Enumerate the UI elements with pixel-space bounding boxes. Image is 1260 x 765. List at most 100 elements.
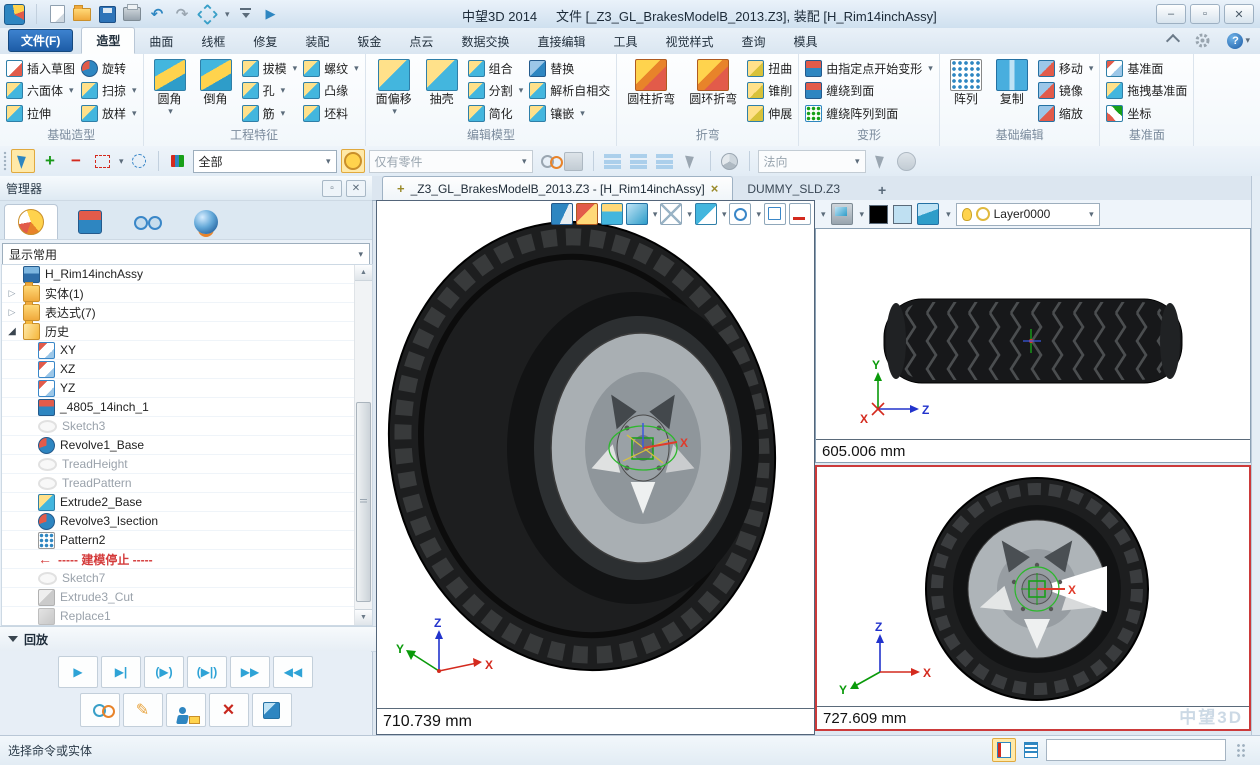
tab-history-manager[interactable] (4, 204, 58, 239)
tab-render-manager[interactable] (180, 205, 232, 239)
dropdown-caret[interactable]: ▾ (928, 64, 933, 73)
tree-item-_4805_14inch_1[interactable]: _4805_14inch_1 (2, 398, 355, 417)
pick-settings-button[interactable] (896, 150, 918, 172)
ribbon-button-drag-datum[interactable]: 拖拽基准面 (1106, 81, 1187, 101)
tree-item-历史[interactable]: ◢历史 (2, 322, 355, 341)
add-selection-button[interactable]: + (39, 150, 61, 172)
ribbon-button-copy[interactable]: 复制 (992, 57, 1032, 124)
delete-button[interactable]: × (209, 693, 249, 727)
manager-restore-button[interactable]: ▫ (322, 180, 342, 197)
ribbon-button-revolve[interactable]: 旋转 (81, 58, 137, 78)
dropdown-caret[interactable]: ▾ (132, 109, 137, 118)
collapse-ribbon-icon[interactable] (1166, 33, 1180, 47)
wireframe-view-icon[interactable] (660, 203, 682, 225)
zoom-caret[interactable]: ▾ (756, 210, 761, 219)
ribbon-button-combine[interactable]: 组合 (468, 58, 524, 78)
pick-last-button[interactable] (628, 150, 650, 172)
menu-tab-造型[interactable]: 造型 (81, 27, 135, 54)
command-input[interactable] (1046, 739, 1226, 761)
tree-item------ 建模停止 -----[interactable]: ----- 建模停止 ----- (2, 550, 355, 569)
history-regen-button[interactable] (341, 149, 365, 173)
zoom-icon[interactable] (729, 203, 751, 225)
ribbon-button-rib[interactable]: 筋▾ (242, 103, 298, 123)
menu-tab-装配[interactable]: 装配 (291, 29, 343, 54)
model-view-front[interactable]: X Z Y X (817, 467, 1249, 705)
marquee-caret[interactable]: ▾ (119, 157, 124, 166)
view-plane-caret[interactable]: ▾ (722, 210, 727, 219)
dropdown-caret[interactable]: ▾ (354, 64, 359, 73)
tree-item-TreadHeight[interactable]: TreadHeight (2, 455, 355, 474)
scrollbar-thumb[interactable] (356, 402, 371, 602)
combo-caret[interactable]: ▾ (522, 157, 527, 166)
tree-item-Revolve3_Isection[interactable]: Revolve3_Isection (2, 512, 355, 531)
play-to-end-button[interactable]: ▶| (101, 656, 141, 688)
menu-tab-查询[interactable]: 查询 (728, 29, 780, 54)
play-button[interactable]: ▶ (262, 5, 280, 23)
demote-button[interactable] (166, 693, 206, 727)
menu-tab-修复[interactable]: 修复 (239, 29, 291, 54)
tree-item-Revolve1_Base[interactable]: Revolve1_Base (2, 436, 355, 455)
ribbon-button-simplify[interactable]: 简化 (468, 103, 524, 123)
measure-icon[interactable] (789, 203, 811, 225)
ribbon-button-torus-bend[interactable]: 圆环折弯 (685, 57, 741, 124)
part-filter-combo[interactable]: 仅有零件▾ (369, 150, 533, 173)
toolbar-grip[interactable] (3, 151, 7, 171)
ribbon-button-insert-sketch[interactable]: 插入草图 (6, 58, 75, 78)
ribbon-button-face-offset[interactable]: 面偏移▾ (372, 57, 416, 124)
ribbon-button-wrap-to-face[interactable]: 缠绕到面 (805, 81, 933, 101)
ribbon-button-taper[interactable]: 锥削 (747, 81, 792, 101)
dropdown-caret[interactable]: ▾ (69, 86, 74, 95)
menu-tab-曲面[interactable]: 曲面 (135, 29, 187, 54)
tab-assembly-manager[interactable] (64, 205, 116, 239)
dropdown-caret[interactable]: ▾ (168, 107, 173, 116)
menu-tab-模具[interactable]: 模具 (780, 29, 832, 54)
tree-item-XY[interactable]: XY (2, 341, 355, 360)
right-splitter[interactable] (1251, 176, 1260, 735)
remove-selection-button[interactable]: − (65, 150, 87, 172)
view-refresh-caret[interactable]: ▾ (225, 10, 230, 19)
help-icon[interactable]: ? (1227, 33, 1243, 49)
pick-from-list-button[interactable] (602, 150, 624, 172)
ribbon-button-morph-from-point[interactable]: 由指定点开始变形▾ (805, 58, 933, 78)
ribbon-button-sweep[interactable]: 扫掠▾ (81, 81, 137, 101)
input-mode-toggle[interactable] (992, 738, 1016, 762)
tree-expander[interactable]: ▷ (6, 307, 18, 318)
ribbon-button-split[interactable]: 分割▾ (468, 81, 524, 101)
close-tab-icon[interactable]: × (711, 181, 719, 196)
toolbar-caret[interactable]: ▾ (821, 210, 826, 219)
dropdown-caret[interactable]: ▾ (293, 64, 298, 73)
dropdown-caret[interactable]: ▾ (1089, 64, 1094, 73)
ribbon-button-wrap-pattern-to-face[interactable]: 缠绕阵列到面 (805, 103, 933, 123)
combo-caret[interactable]: ▾ (326, 157, 331, 166)
tree-expander[interactable]: ◢ (6, 326, 18, 337)
tab-visibility-manager[interactable] (122, 205, 174, 239)
scroll-down-arrow[interactable]: ▼ (355, 609, 372, 625)
dropdown-caret[interactable]: ▾ (392, 107, 397, 116)
model-view-side[interactable]: Y Z X (816, 229, 1250, 440)
marquee-select-button[interactable] (91, 150, 113, 172)
edit-button[interactable]: ✎ (123, 693, 163, 727)
help-caret[interactable]: ▾ (1245, 36, 1250, 45)
replay-section-header[interactable]: 回放 (0, 626, 379, 652)
tree-item-Replace1[interactable]: Replace1 (2, 607, 355, 625)
select-tool-button[interactable] (11, 149, 35, 173)
fast-forward-button[interactable]: ▶▶ (230, 656, 270, 688)
scroll-up-arrow[interactable]: ▲ (355, 265, 372, 281)
ribbon-button-twist[interactable]: 扭曲 (747, 58, 792, 78)
dropdown-caret[interactable]: ▾ (281, 109, 286, 118)
tree-expander[interactable]: ▷ (6, 288, 18, 299)
ribbon-button-stock[interactable]: 坯料 (303, 103, 359, 123)
chain-select-button[interactable] (537, 150, 559, 172)
rotate-about-button[interactable] (719, 150, 741, 172)
play-button[interactable]: ▶ (58, 656, 98, 688)
print-button[interactable] (123, 5, 141, 23)
tree-item-Sketch7[interactable]: Sketch7 (2, 569, 355, 588)
wireframe-view-caret[interactable]: ▾ (687, 210, 692, 219)
file-menu-button[interactable]: 文件(F) (8, 29, 73, 52)
rewind-button[interactable]: ◀◀ (273, 656, 313, 688)
filter-button[interactable] (167, 150, 189, 172)
menu-tab-直接编辑[interactable]: 直接编辑 (523, 29, 599, 54)
ribbon-button-datum-plane[interactable]: 基准面 (1106, 58, 1187, 78)
tree-item-YZ[interactable]: YZ (2, 379, 355, 398)
settings-gear-icon[interactable] (1194, 32, 1211, 49)
